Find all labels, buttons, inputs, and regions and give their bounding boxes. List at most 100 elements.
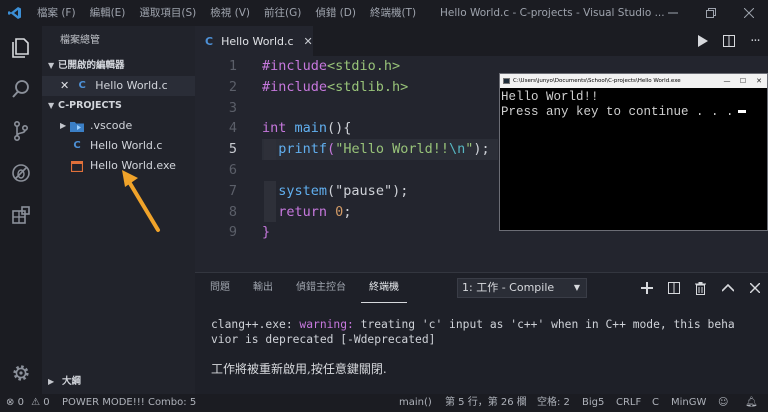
console-line-text: Press any key to continue . . . [501,105,734,119]
search-icon[interactable] [0,68,42,110]
line-number: 3 [228,99,237,116]
minimize-icon[interactable]: — [719,74,735,88]
menu-selection[interactable]: 選取項目(S) [132,0,203,26]
console-title-bar[interactable]: C:\Users\junyo\Documents\School\C-projec… [500,74,767,88]
code-line: return 0; [262,202,490,223]
open-editor-label: Hello World.c [95,79,168,92]
explorer-icon[interactable] [0,26,42,68]
editor-actions: ··· [690,26,768,56]
tab-output[interactable]: 輸出 [245,273,281,303]
code-token: printf [278,141,328,158]
extensions-icon[interactable] [0,194,42,236]
tab-problems[interactable]: 問題 [202,273,238,303]
menu-view[interactable]: 檢視 (V) [203,0,257,26]
terminal-warning-text: warning: [299,318,354,331]
open-editors-label: 已開啟的編輯器 [58,60,125,71]
terminal-line: clang++.exe: warning: treating 'c' input… [211,317,735,332]
settings-gear-icon[interactable] [0,352,42,394]
feedback-smiley-icon[interactable]: ☺ [718,394,728,412]
terminal-select[interactable]: 1: 工作 - Compile ▼ [457,278,587,298]
code-line: int main(){ [262,118,490,139]
title-bar: 檔案 (F) 編輯(E) 選取項目(S) 檢視 (V) 前往(G) 偵錯 (D)… [0,0,768,26]
line-number-gutter: 1 2 3 4 5 6 7 8 9 [195,56,245,243]
compiler-status[interactable]: MinGW [671,394,706,412]
code-token: ); [473,141,490,158]
c-file-icon: C [205,34,214,48]
code-token: <stdio.h> [327,58,401,74]
console-app-icon [503,78,510,84]
console-window-controls: — ☐ ✕ [719,74,767,88]
maximize-icon[interactable]: ☐ [735,74,751,88]
menu-edit[interactable]: 編輯(E) [83,0,133,26]
close-icon[interactable]: ✕ [751,74,767,88]
line-number: 2 [228,78,237,95]
console-output: Hello World!! Press any key to continue .… [500,88,767,120]
code-line: #include<stdlib.h> [262,77,490,98]
outline-section[interactable]: ▶ 大綱 [42,372,195,392]
terminal-prompt-line: 工作將被重新啟用,按任意鍵關閉. [211,362,387,376]
menu-go[interactable]: 前往(G) [257,0,308,26]
exe-icon [70,160,84,172]
encoding-status[interactable]: Big5 [582,394,604,412]
terminal-text: treating 'c' input as 'c++' when in C++ … [353,318,735,331]
source-control-icon[interactable] [0,110,42,152]
close-icon[interactable] [730,0,768,26]
more-actions-icon[interactable]: ··· [742,26,768,56]
chevron-down-icon: ▼ [573,283,580,292]
close-editor-icon[interactable]: ✕ [60,76,69,96]
problems-status[interactable]: ⊗ 0 ⚠ 0 [6,394,50,412]
menu-file[interactable]: 檔案 (F) [30,0,83,26]
activity-bar [0,26,42,394]
error-count: 0 [17,397,24,408]
folder-icon [70,121,84,132]
terminal-select-value: 1: 工作 - Compile [462,281,555,294]
explorer-title: 檔案總管 [60,35,100,46]
close-panel-icon[interactable] [741,273,768,303]
line-number: 5 [228,141,237,158]
open-editor-item[interactable]: ✕ C Hello World.c [42,76,195,96]
restore-icon[interactable] [692,0,730,26]
code-token: ; [343,203,352,220]
run-play-icon[interactable] [690,26,716,56]
code-token: "Hello World!! [335,141,449,158]
panel-actions [633,273,768,303]
language-status[interactable]: C [652,394,659,412]
tab-debug-console[interactable]: 偵錯主控台 [288,273,354,303]
tab-terminal[interactable]: 終端機 [361,273,407,303]
c-file-icon: C [78,80,86,91]
code-token: #include [262,58,328,74]
cursor-position-status[interactable]: 第 5 行，第 26 欄 [445,394,527,412]
split-editor-icon[interactable] [716,26,742,56]
error-icon: ⊗ [6,397,15,408]
vscode-logo-icon [0,0,30,26]
code-token: int [262,120,287,137]
close-tab-icon[interactable]: ✕ [304,35,313,48]
trash-icon[interactable] [687,273,714,303]
function-status[interactable]: main() [399,394,432,412]
eol-status[interactable]: CRLF [616,394,641,412]
code-token: return [278,203,328,220]
split-terminal-icon[interactable] [660,273,687,303]
tree-item-vscode[interactable]: ▶ .vscode [42,116,195,136]
code-token: } [262,224,271,241]
folder-section[interactable]: ▼ C-PROJECTS [42,96,195,116]
menu-terminal[interactable]: 終端機(T) [363,0,423,26]
panel-tabs: 問題 輸出 偵錯主控台 終端機 [195,273,407,303]
annotation-arrow-icon [122,170,160,232]
notifications-bell-icon[interactable]: 🔔︎ [745,394,758,412]
maximize-panel-chevron-up-icon[interactable] [714,273,741,303]
menu-debug[interactable]: 偵錯 (D) [308,0,363,26]
new-terminal-plus-icon[interactable] [633,273,660,303]
tree-item-label: Hello World.c [90,139,163,152]
open-editors-section[interactable]: ▼ 已開啟的編輯器 [42,56,195,76]
code-token: ( [327,141,336,158]
indentation-status[interactable]: 空格: 2 [537,394,570,412]
code-token: (){ [327,120,352,137]
minimize-icon[interactable] [654,0,692,26]
tree-item-hello-c[interactable]: C Hello World.c [42,136,195,156]
debug-icon[interactable] [0,152,42,194]
line-number: 1 [228,58,237,74]
line-number: 7 [228,182,237,199]
console-window[interactable]: C:\Users\junyo\Documents\School\C-projec… [499,73,768,231]
editor-tab-hello-c[interactable]: C Hello World.c ✕ [195,26,313,56]
